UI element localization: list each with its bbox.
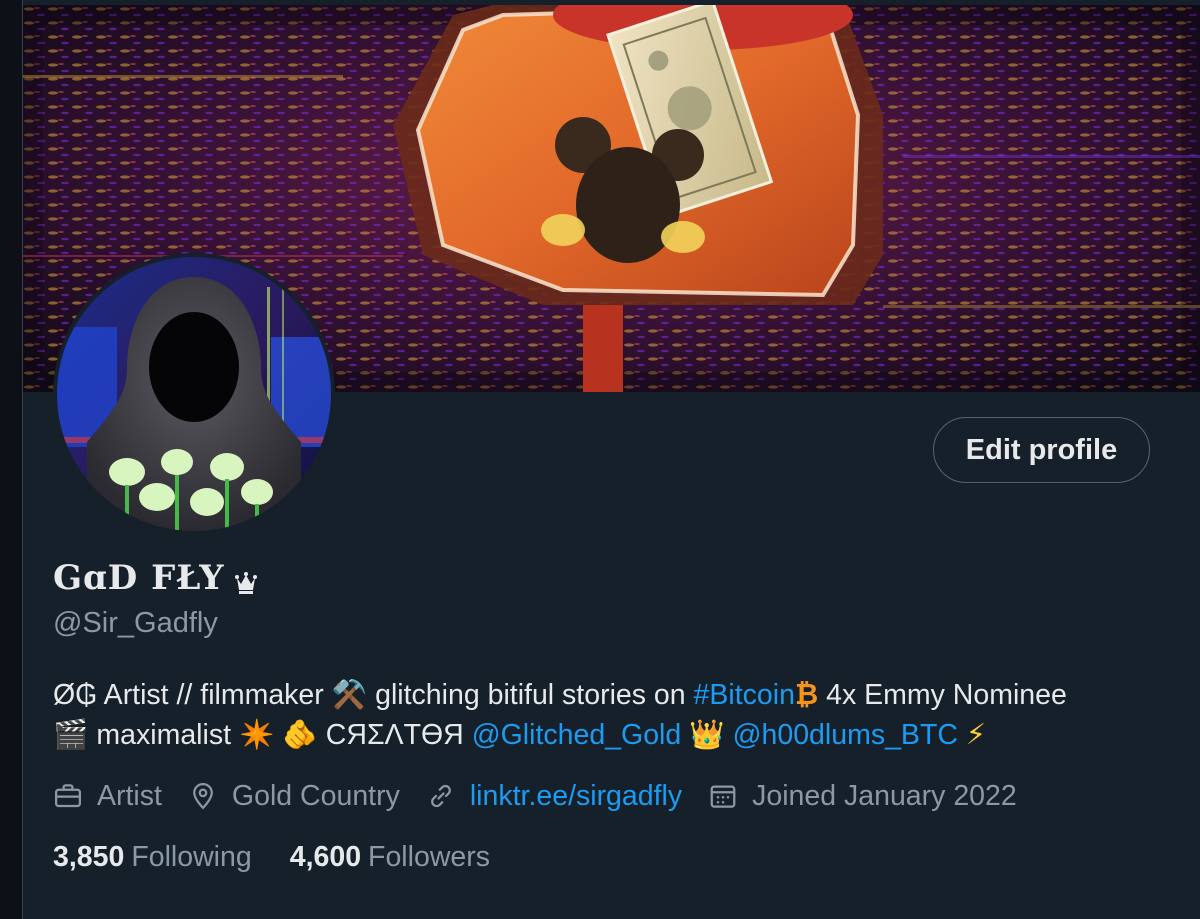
following-count: 3,850 [53,840,125,873]
location-pin-icon [193,782,213,810]
bio-text [725,719,733,751]
crown-icon [233,565,259,594]
following-label: Following [131,840,252,873]
profession-text: Artist [97,779,162,812]
profile-handle: @Sir_Gadfly [53,607,218,639]
lightning-emoji-icon: ⚡ [965,718,986,751]
edit-profile-button[interactable]: Edit profile [933,417,1150,483]
bio-text [958,719,966,751]
profile-display-name: GɑD FŁY [53,558,259,598]
eight-pointed-star-emoji-icon: ✴️ [238,718,275,751]
joined-item: Joined January 2022 [708,780,1017,813]
hashtag-bitcoin-link[interactable]: #Bitcoin [694,679,795,711]
profile-stats-row: 3,850 Following 4,600 Followers [53,837,528,877]
bio-text: СЯΣΛТӨЯ [317,719,472,751]
hammer-pick-emoji-icon: ⚒️ [331,678,368,711]
followers-count: 4,600 [289,840,362,873]
joined-text: Joined January 2022 [752,779,1017,812]
bio-line-2: 🎬 maximalist ✴️ 🫵 СЯΣΛТӨЯ @Glitched_Gold… [53,715,1183,755]
website-item[interactable]: linktr.ee/sirgadfly [426,780,682,813]
bio-text: maximalist [88,719,239,751]
location-text: Gold Country [231,779,400,812]
bio-text [681,719,689,751]
display-name-text: GɑD FŁY [53,558,225,598]
bio-line-1: Ø₲ Artist // filmmaker ⚒️ glitching biti… [53,675,1183,715]
website-link[interactable]: linktr.ee/sirgadfly [470,780,682,813]
profile-panel: Edit profile GɑD FŁY @Sir_Gadfly Ø₲ Arti… [22,0,1200,919]
pointing-hand-emoji-icon: 🫵 [282,718,318,751]
profile-meta-row: Artist Gold Country linktr.ee/sirgadfly [53,776,1043,816]
crown-emoji-icon: 👑 [689,718,725,751]
profile-bio: Ø₲ Artist // filmmaker ⚒️ glitching biti… [53,675,1183,755]
followers-stat-link[interactable]: 4,600 Followers [290,841,490,874]
profession-item: Artist [53,780,162,813]
bio-text: Ø₲ Artist // filmmaker [53,679,332,711]
bio-text: glitching bitiful stories on [367,679,694,711]
mention-glitched-gold-link[interactable]: @Glitched_Gold [472,719,682,751]
briefcase-icon [55,784,81,808]
following-stat-link[interactable]: 3,850 Following [53,841,252,874]
clapperboard-emoji-icon: 🎬 [53,718,89,751]
followers-label: Followers [368,840,490,873]
mention-h00dlums-btc-link[interactable]: @h00dlums_BTC [733,719,958,751]
bio-text: 4x Emmy Nominee [818,679,1067,711]
bitcoin-symbol-icon: ₿ [794,678,819,711]
location-item: Gold Country [188,780,400,813]
profile-avatar[interactable] [53,253,335,535]
link-icon [430,784,451,808]
calendar-icon [710,785,736,808]
